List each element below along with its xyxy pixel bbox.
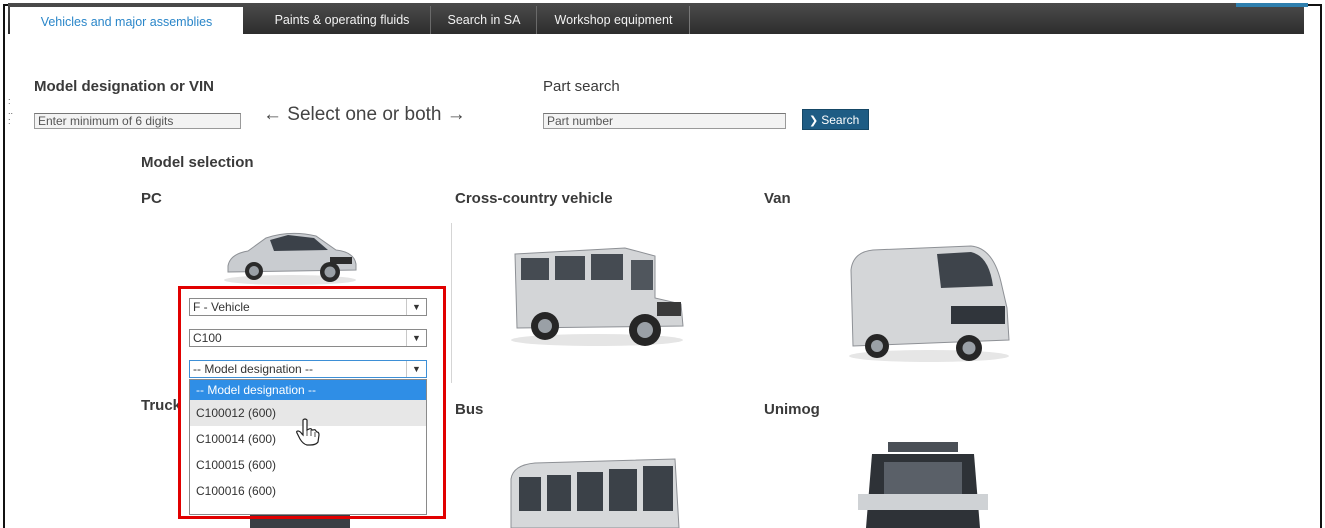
pc-car-image[interactable]	[218, 224, 363, 286]
vehicle-type-select[interactable]: F - Vehicle ▼	[189, 298, 427, 316]
category-bus-label: Bus	[455, 401, 484, 418]
category-unimog-label: Unimog	[764, 401, 820, 418]
class-select[interactable]: C100 ▼	[189, 329, 427, 347]
hand-cursor-icon	[296, 418, 320, 446]
search-button[interactable]: ❯ Search	[802, 109, 869, 130]
tab-workshop-equipment[interactable]: Workshop equipment	[538, 6, 690, 34]
option-model-designation-placeholder[interactable]: -- Model designation --	[190, 380, 426, 400]
class-value: C100	[193, 331, 222, 345]
chevron-down-icon: ▼	[406, 361, 426, 377]
top-accent-bar	[1236, 3, 1308, 7]
tab-bar: Vehicles and major assemblies Paints & o…	[8, 3, 1308, 37]
model-designation-select[interactable]: -- Model designation -- ▼	[189, 360, 427, 378]
model-vin-input[interactable]	[34, 113, 241, 129]
chevron-down-icon: ▼	[406, 299, 426, 315]
chevron-right-icon: ❯	[809, 115, 819, 127]
tab-search-in-sa[interactable]: Search in SA	[432, 6, 537, 34]
category-cross-country-label: Cross-country vehicle	[455, 190, 613, 207]
van-image[interactable]	[843, 242, 1015, 364]
part-search-label: Part search	[543, 78, 620, 95]
category-truck-label: Truck	[141, 397, 182, 414]
select-hint-text: ← Select one or both →	[263, 104, 466, 125]
category-pc-label: PC	[141, 190, 162, 207]
part-number-input[interactable]	[543, 113, 786, 129]
option-c100016[interactable]: C100016 (600)	[190, 478, 426, 504]
cross-country-vehicle-image[interactable]	[505, 236, 690, 348]
bus-image[interactable]	[505, 455, 685, 528]
unimog-image[interactable]	[848, 438, 998, 528]
vehicle-type-value: F - Vehicle	[193, 300, 250, 314]
category-van-label: Van	[764, 190, 791, 207]
column-divider	[451, 223, 452, 383]
model-designation-value: -- Model designation --	[193, 362, 314, 376]
model-selection-heading: Model selection	[141, 154, 254, 171]
tab-vehicles-major-assemblies[interactable]: Vehicles and major assemblies	[10, 7, 243, 37]
model-designation-options: -- Model designation -- C100012 (600) C1…	[189, 379, 427, 515]
side-marker-icon: :..:	[8, 96, 14, 126]
tab-paints-operating-fluids[interactable]: Paints & operating fluids	[254, 6, 431, 34]
chevron-down-icon: ▼	[406, 330, 426, 346]
search-button-label: Search	[821, 113, 860, 127]
model-vin-label: Model designation or VIN	[34, 78, 215, 95]
option-c100015[interactable]: C100015 (600)	[190, 452, 426, 478]
